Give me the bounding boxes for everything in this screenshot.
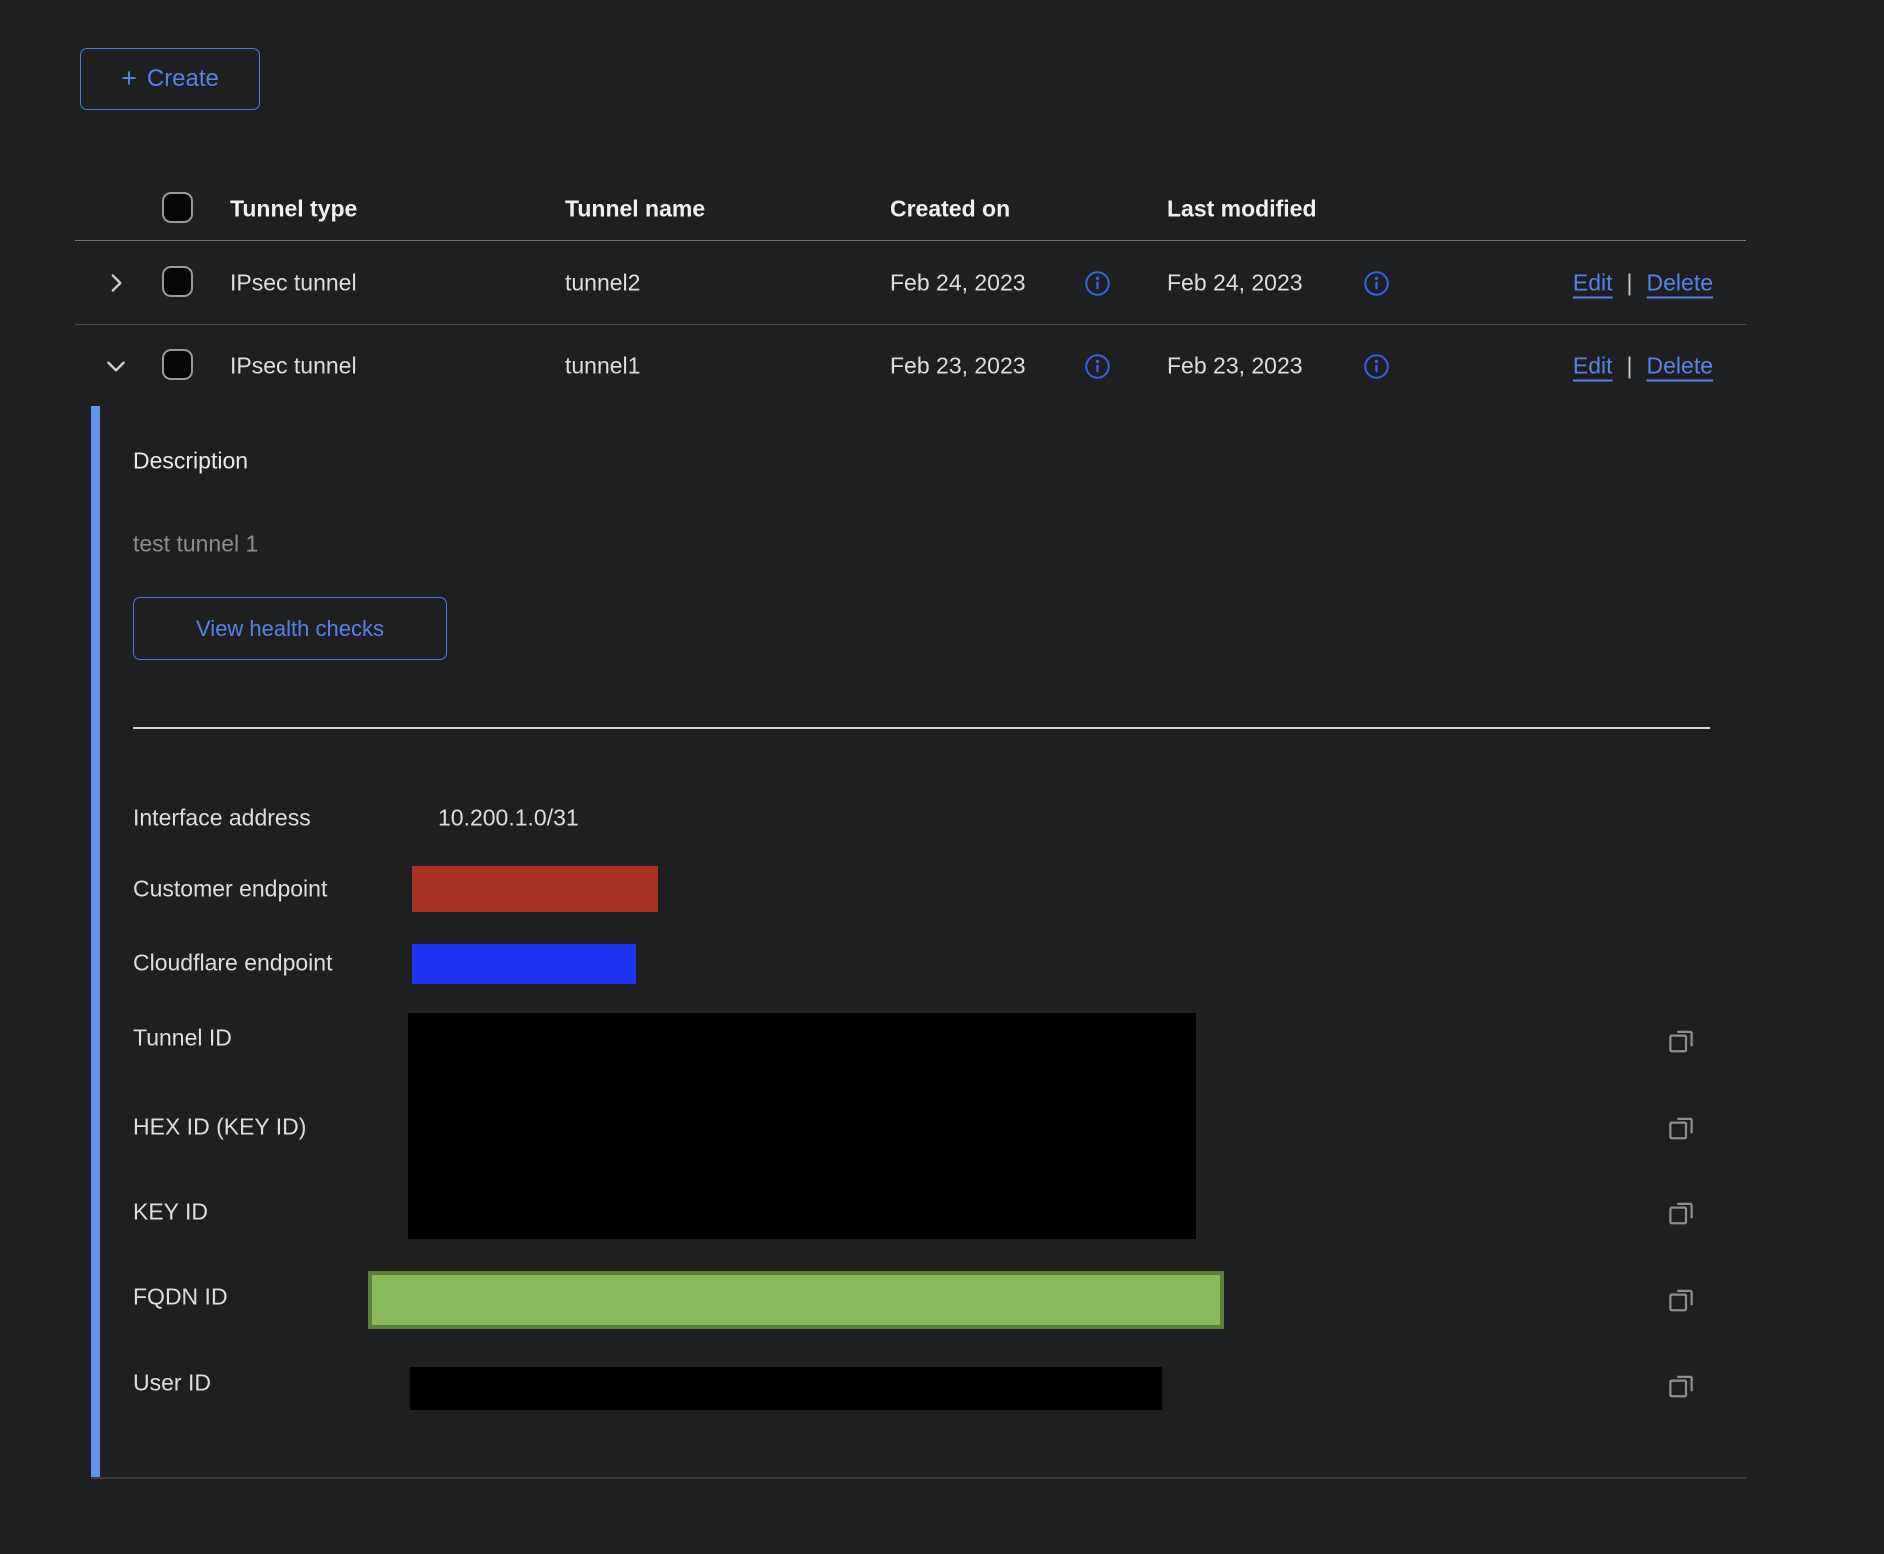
customer-endpoint-label: Customer endpoint xyxy=(133,876,327,903)
delete-link[interactable]: Delete xyxy=(1647,353,1713,380)
key-id-label: KEY ID xyxy=(133,1199,208,1226)
fqdn-id-redaction xyxy=(368,1271,1224,1329)
view-health-checks-label: View health checks xyxy=(196,616,384,642)
column-header-tunnel-name: Tunnel name xyxy=(565,196,705,223)
created-on-cell: Feb 24, 2023 xyxy=(890,270,1026,297)
info-icon[interactable] xyxy=(1363,270,1390,297)
tunnel-type-cell: IPsec tunnel xyxy=(230,270,357,297)
row-actions: Edit | Delete xyxy=(1573,270,1713,297)
description-label: Description xyxy=(133,448,248,475)
created-on-cell: Feb 23, 2023 xyxy=(890,353,1026,380)
copy-icon[interactable] xyxy=(1666,1025,1696,1055)
column-header-tunnel-type: Tunnel type xyxy=(230,196,357,223)
expanded-row-indicator-bar xyxy=(91,406,100,1477)
expanded-section-bottom-border xyxy=(91,1477,1746,1479)
cloudflare-endpoint-redaction xyxy=(412,944,636,984)
copy-icon[interactable] xyxy=(1666,1112,1696,1142)
interface-address-label: Interface address xyxy=(133,805,311,832)
actions-separator: | xyxy=(1627,353,1633,380)
column-header-created-on: Created on xyxy=(890,196,1010,223)
copy-icon[interactable] xyxy=(1666,1370,1696,1400)
fqdn-id-label: FQDN ID xyxy=(133,1284,228,1311)
collapse-chevron-icon[interactable] xyxy=(103,353,129,379)
ipsec-tunnels-page: + Create Tunnel type Tunnel name Created… xyxy=(0,0,1884,1554)
select-all-checkbox[interactable] xyxy=(162,192,193,223)
hex-id-label: HEX ID (KEY ID) xyxy=(133,1114,306,1141)
cloudflare-endpoint-label: Cloudflare endpoint xyxy=(133,950,332,977)
actions-separator: | xyxy=(1627,270,1633,297)
last-modified-cell: Feb 24, 2023 xyxy=(1167,270,1303,297)
info-icon[interactable] xyxy=(1363,353,1390,380)
last-modified-cell: Feb 23, 2023 xyxy=(1167,353,1303,380)
row-checkbox[interactable] xyxy=(162,349,193,380)
ids-redaction-block xyxy=(408,1013,1196,1239)
create-button-label: Create xyxy=(147,65,219,93)
header-divider xyxy=(75,240,1746,241)
tunnel-type-cell: IPsec tunnel xyxy=(230,353,357,380)
info-icon[interactable] xyxy=(1084,270,1111,297)
row-divider xyxy=(75,324,1746,325)
row-checkbox[interactable] xyxy=(162,266,193,297)
row-actions: Edit | Delete xyxy=(1573,353,1713,380)
info-icon[interactable] xyxy=(1084,353,1111,380)
tunnel-name-cell: tunnel1 xyxy=(565,353,640,380)
copy-icon[interactable] xyxy=(1666,1197,1696,1227)
tunnel-id-label: Tunnel ID xyxy=(133,1025,232,1052)
expand-chevron-icon[interactable] xyxy=(103,270,129,296)
user-id-redaction xyxy=(410,1367,1162,1410)
interface-address-value: 10.200.1.0/31 xyxy=(438,805,579,832)
tunnel-name-cell: tunnel2 xyxy=(565,270,640,297)
column-header-last-modified: Last modified xyxy=(1167,196,1317,223)
delete-link[interactable]: Delete xyxy=(1647,270,1713,297)
create-button[interactable]: + Create xyxy=(80,48,260,110)
customer-endpoint-redaction xyxy=(412,866,658,912)
view-health-checks-button[interactable]: View health checks xyxy=(133,597,447,660)
section-divider xyxy=(133,727,1710,729)
user-id-label: User ID xyxy=(133,1370,211,1397)
edit-link[interactable]: Edit xyxy=(1573,270,1613,297)
plus-icon: + xyxy=(121,65,137,92)
edit-link[interactable]: Edit xyxy=(1573,353,1613,380)
description-value: test tunnel 1 xyxy=(133,531,258,558)
copy-icon[interactable] xyxy=(1666,1284,1696,1314)
